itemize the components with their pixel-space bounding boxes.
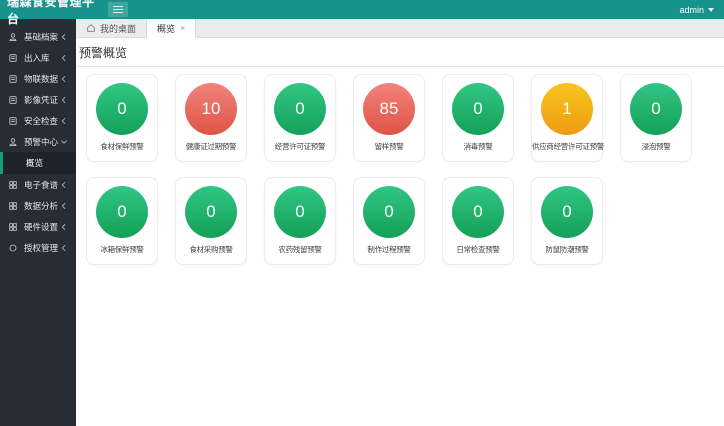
user-icon bbox=[8, 31, 19, 42]
alert-cards-grid: 0 食材保鲜预警 10 健康证过期预警 0 经营许可证预警 85 留样预警 0 消毒预警 1 供应商经… bbox=[76, 67, 724, 265]
chevron-left-icon bbox=[59, 32, 69, 42]
chevron-left-icon bbox=[59, 222, 69, 232]
tab-overview[interactable]: 概览 × bbox=[147, 19, 196, 38]
file-icon bbox=[8, 94, 19, 105]
alert-count-badge: 0 bbox=[96, 83, 148, 135]
alert-card-label: 制作过程预警 bbox=[354, 244, 424, 255]
alert-count-badge: 1 bbox=[541, 83, 593, 135]
file-icon bbox=[8, 52, 19, 63]
alert-count-badge: 0 bbox=[452, 186, 504, 238]
sidebar-item-label: 硬件设置 bbox=[24, 221, 58, 233]
user-menu[interactable]: admin bbox=[679, 5, 724, 15]
sidebar-item-label: 电子食谱 bbox=[24, 179, 58, 191]
alert-card-label: 经营许可证预警 bbox=[265, 141, 335, 152]
alert-card-disinfection[interactable]: 0 消毒预警 bbox=[442, 74, 514, 162]
alert-count-badge: 0 bbox=[363, 186, 415, 238]
chevron-down-icon bbox=[59, 137, 69, 147]
app-window: 瑞森食安管理平台 admin 基础档案出入库物联数据影像凭证安全检查预警中心概览… bbox=[0, 0, 724, 426]
sidebar-item-label: 影像凭证 bbox=[24, 94, 58, 106]
alert-card-label: 留样预警 bbox=[354, 141, 424, 152]
alert-card-label: 供应商经营许可证预警 bbox=[532, 141, 602, 152]
alert-card-label: 健康证过期预警 bbox=[176, 141, 246, 152]
sidebar-item-label: 数据分析 bbox=[24, 200, 58, 212]
alert-card-sample-retention[interactable]: 85 留样预警 bbox=[353, 74, 425, 162]
sidebar-item-label: 授权管理 bbox=[24, 242, 58, 254]
alert-card-production-process[interactable]: 0 制作过程预警 bbox=[353, 177, 425, 265]
alert-card-supplier-license[interactable]: 1 供应商经营许可证预警 bbox=[531, 74, 603, 162]
alert-card-fridge-freshness[interactable]: 0 冰箱保鲜预警 bbox=[86, 177, 158, 265]
alert-count-badge: 0 bbox=[274, 83, 326, 135]
alert-card-business-license[interactable]: 0 经营许可证预警 bbox=[264, 74, 336, 162]
grid-icon bbox=[8, 221, 19, 232]
app-logo: 瑞森食安管理平台 bbox=[0, 0, 100, 27]
alert-count-badge: 0 bbox=[185, 186, 237, 238]
chevron-left-icon bbox=[59, 53, 69, 63]
sidebar-item-basic-archives[interactable]: 基础档案 bbox=[0, 26, 76, 47]
alert-count-badge: 0 bbox=[630, 83, 682, 135]
alert-card-label: 冰箱保鲜预警 bbox=[87, 244, 157, 255]
top-header: 瑞森食安管理平台 admin bbox=[0, 0, 724, 19]
ring-icon bbox=[8, 242, 19, 253]
alert-card-label: 食材保鲜预警 bbox=[87, 141, 157, 152]
chevron-down-icon bbox=[708, 8, 714, 12]
alert-card-label: 农药残留预警 bbox=[265, 244, 335, 255]
tab-label: 我的桌面 bbox=[100, 22, 136, 35]
main-content: 我的桌面概览× 预警概览 0食材保鲜预警10健康证过期预警0经营许可证预警85留… bbox=[76, 19, 724, 426]
sidebar-item-iot-data[interactable]: 物联数据 bbox=[0, 68, 76, 89]
alert-card-health-cert-expiry[interactable]: 10 健康证过期预警 bbox=[175, 74, 247, 162]
sidebar-item-authorization[interactable]: 授权管理 bbox=[0, 237, 76, 258]
chevron-left-icon bbox=[59, 180, 69, 190]
file-icon bbox=[8, 73, 19, 84]
sidebar-item-label: 预警中心 bbox=[24, 136, 58, 148]
tab-label: 概览 bbox=[157, 22, 175, 35]
sidebar-item-data-analysis[interactable]: 数据分析 bbox=[0, 195, 76, 216]
alert-card-daily-inspection[interactable]: 0 日常检查预警 bbox=[442, 177, 514, 265]
alert-card-food-freshness[interactable]: 0 食材保鲜预警 bbox=[86, 74, 158, 162]
sidebar-item-label: 基础档案 bbox=[24, 31, 58, 43]
alert-count-badge: 85 bbox=[363, 83, 415, 135]
alert-count-badge: 0 bbox=[274, 186, 326, 238]
alert-count-badge: 0 bbox=[96, 186, 148, 238]
alert-count-badge: 0 bbox=[452, 83, 504, 135]
sidebar-item-label: 物联数据 bbox=[24, 73, 58, 85]
sidebar-item-label: 安全检查 bbox=[24, 115, 58, 127]
tab-bar: 我的桌面 概览 × bbox=[76, 19, 724, 38]
grid-icon bbox=[8, 200, 19, 211]
chevron-left-icon bbox=[59, 116, 69, 126]
chevron-left-icon bbox=[59, 243, 69, 253]
file-icon bbox=[8, 115, 19, 126]
username-label: admin bbox=[679, 5, 704, 15]
chevron-left-icon bbox=[59, 95, 69, 105]
grid-icon bbox=[8, 179, 19, 190]
alert-card-label: 浸泡预警 bbox=[621, 141, 691, 152]
alert-card-label: 食材采购预警 bbox=[176, 244, 246, 255]
chevron-left-icon bbox=[59, 74, 69, 84]
alert-card-label: 日常检查预警 bbox=[443, 244, 513, 255]
page-title: 预警概览 bbox=[76, 38, 724, 66]
alert-card-rodent-moisture[interactable]: 0 防鼠防潮预警 bbox=[531, 177, 603, 265]
sidebar-subitem-overview[interactable]: 概览 bbox=[0, 152, 76, 174]
user-icon bbox=[8, 136, 19, 147]
alert-card-label: 防鼠防潮预警 bbox=[532, 244, 602, 255]
alert-card-pesticide-residue[interactable]: 0 农药残留预警 bbox=[264, 177, 336, 265]
sidebar-toggle-button[interactable] bbox=[108, 2, 128, 17]
alert-card-label: 消毒预警 bbox=[443, 141, 513, 152]
sidebar-item-image-voucher[interactable]: 影像凭证 bbox=[0, 89, 76, 110]
alert-card-soaking[interactable]: 0 浸泡预警 bbox=[620, 74, 692, 162]
chevron-left-icon bbox=[59, 201, 69, 211]
sidebar-subitem-label: 概览 bbox=[26, 157, 43, 169]
sidebar-item-e-recipes[interactable]: 电子食谱 bbox=[0, 174, 76, 195]
alert-card-food-purchase[interactable]: 0 食材采购预警 bbox=[175, 177, 247, 265]
sidebar-item-safety-inspection[interactable]: 安全检查 bbox=[0, 110, 76, 131]
sidebar-item-label: 出入库 bbox=[24, 52, 50, 64]
sidebar-item-inbound-outbound[interactable]: 出入库 bbox=[0, 47, 76, 68]
alert-count-badge: 10 bbox=[185, 83, 237, 135]
close-icon[interactable]: × bbox=[180, 24, 185, 33]
sidebar-item-alert-center[interactable]: 预警中心 bbox=[0, 131, 76, 152]
sidebar-item-hardware-settings[interactable]: 硬件设置 bbox=[0, 216, 76, 237]
alert-count-badge: 0 bbox=[541, 186, 593, 238]
sidebar: 基础档案出入库物联数据影像凭证安全检查预警中心概览电子食谱数据分析硬件设置授权管… bbox=[0, 19, 76, 426]
